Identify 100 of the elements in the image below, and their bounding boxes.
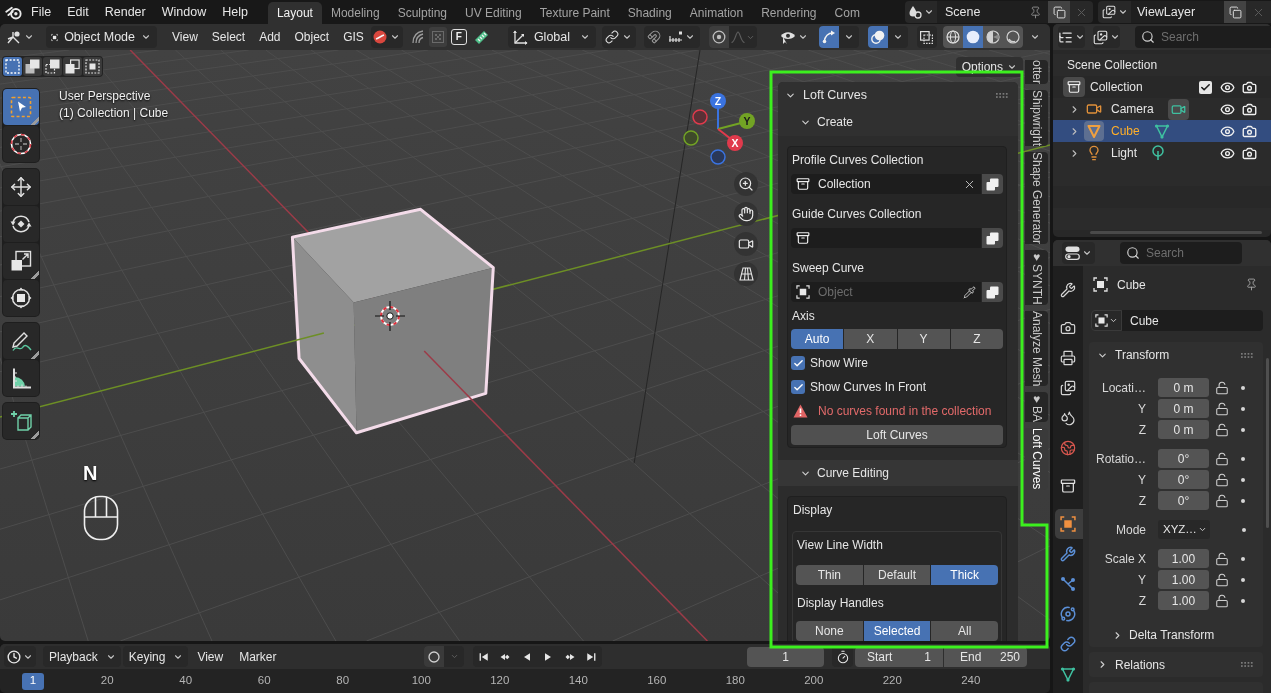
display-mode-dropdown[interactable] xyxy=(1058,26,1085,48)
checkbox[interactable] xyxy=(791,356,805,370)
camera-view-button[interactable] xyxy=(734,232,758,256)
object-type-dropdown[interactable] xyxy=(1091,310,1122,331)
vertical-scrollbar[interactable] xyxy=(1266,358,1269,528)
open-padlock-icon[interactable] xyxy=(1215,422,1229,437)
number-field[interactable]: 0 m xyxy=(1158,420,1209,439)
scene-name-field[interactable]: Scene xyxy=(937,1,1048,23)
sidebar-tab[interactable]: ♥SYNTH xyxy=(1025,250,1048,305)
tool-button[interactable] xyxy=(3,403,39,439)
tool-button[interactable] xyxy=(3,243,39,279)
proportional-toggle[interactable] xyxy=(708,26,729,48)
workspace-tab[interactable]: Animation xyxy=(680,2,753,24)
segment-option[interactable]: None xyxy=(796,621,863,641)
open-padlock-icon[interactable] xyxy=(1215,451,1229,466)
segment-option[interactable]: Z xyxy=(950,329,1003,349)
segment-option[interactable]: Selected xyxy=(863,621,931,641)
checker-toggle[interactable] xyxy=(428,27,447,47)
workspace-tab[interactable]: UV Editing xyxy=(456,2,531,24)
blender-logo-icon[interactable] xyxy=(5,4,22,20)
pivot-dropdown[interactable] xyxy=(601,26,636,48)
open-padlock-icon[interactable] xyxy=(1215,401,1229,416)
zoom-view-button[interactable] xyxy=(734,172,758,196)
subpanel-header[interactable]: Create xyxy=(778,108,1018,136)
tool-button[interactable] xyxy=(3,126,39,162)
duplicate-button[interactable] xyxy=(982,282,1003,302)
panel-header[interactable]: Relations xyxy=(1089,652,1263,677)
cube-model[interactable] xyxy=(290,207,495,435)
overlay-toggle[interactable] xyxy=(867,26,888,48)
copy-scene-button[interactable] xyxy=(1048,1,1070,23)
selection-mode-button[interactable] xyxy=(83,57,102,76)
addon-toggle-button[interactable]: F xyxy=(450,29,467,45)
mode-dropdown[interactable]: Object Mode xyxy=(46,26,157,48)
eye-icon[interactable] xyxy=(1220,145,1235,161)
number-field[interactable]: 0° xyxy=(1158,491,1209,510)
pan-view-button[interactable] xyxy=(734,202,758,226)
number-field[interactable]: 1.00 xyxy=(1158,549,1209,568)
editor-type-dropdown[interactable] xyxy=(4,646,36,667)
menu-item[interactable]: Object xyxy=(287,26,337,48)
number-field[interactable]: 0° xyxy=(1158,470,1209,489)
xray-toggle[interactable] xyxy=(916,26,937,48)
workspace-tab[interactable]: Sculpting xyxy=(388,2,456,24)
circle-stem-icon[interactable] xyxy=(1151,145,1166,161)
open-padlock-icon[interactable] xyxy=(1215,493,1229,508)
segment-option[interactable]: X xyxy=(844,329,897,349)
number-field[interactable]: 0° xyxy=(1158,449,1209,468)
panel-header[interactable]: Loft Curves xyxy=(778,82,1018,108)
checkbox[interactable] xyxy=(1199,80,1212,94)
duplicate-button[interactable] xyxy=(982,174,1003,194)
eye-icon[interactable] xyxy=(1220,101,1235,117)
sidebar-tab[interactable]: otter xyxy=(1025,60,1048,84)
gizmo-toggle[interactable] xyxy=(818,26,839,48)
perspective-toggle-button[interactable] xyxy=(734,262,758,286)
camera-icon[interactable] xyxy=(1242,123,1257,139)
open-padlock-icon[interactable] xyxy=(1215,380,1229,395)
camera-icon[interactable] xyxy=(1242,79,1257,95)
menu-item[interactable]: Select xyxy=(204,26,253,48)
menu-item[interactable]: GIS xyxy=(336,26,371,48)
eye-icon[interactable] xyxy=(1220,79,1235,95)
number-field[interactable]: 1.00 xyxy=(1158,591,1209,610)
segment-option[interactable]: Thick xyxy=(931,565,998,585)
outliner-row[interactable]: Cube xyxy=(1053,120,1271,142)
loft-button[interactable]: Loft Curves xyxy=(791,425,1003,445)
tool-button[interactable] xyxy=(3,206,39,242)
tool-button[interactable] xyxy=(3,360,39,396)
menu-item[interactable]: View xyxy=(190,646,231,667)
selection-mode-button[interactable] xyxy=(43,57,62,76)
menu-item[interactable]: Render xyxy=(96,1,154,23)
keyframe-dot-icon[interactable] xyxy=(1241,556,1245,561)
segment-option[interactable]: Default xyxy=(863,565,931,585)
playhead-frame[interactable]: 1 xyxy=(22,672,44,690)
keyframe-dot-icon[interactable] xyxy=(1241,427,1245,432)
eye-icon[interactable] xyxy=(1220,123,1235,139)
menu-item[interactable]: Add xyxy=(252,26,288,48)
sidebar-tab[interactable]: Analyze Mesh xyxy=(1025,310,1048,387)
number-field[interactable]: 0 m xyxy=(1158,378,1209,397)
menu-item[interactable]: Marker xyxy=(232,646,284,667)
record-toggle[interactable] xyxy=(424,646,444,667)
search-field[interactable]: Search xyxy=(1120,242,1242,264)
video-camera-icon[interactable] xyxy=(1167,98,1189,120)
copy-view-layer-button[interactable] xyxy=(1224,1,1246,23)
workspace-tab[interactable]: Com xyxy=(825,2,869,24)
pin-icon[interactable] xyxy=(1245,278,1258,291)
sidebar-tab[interactable]: Shape Generator xyxy=(1025,152,1048,245)
number-field[interactable]: 1.00 xyxy=(1158,570,1209,589)
subpanel-header[interactable]: Curve Editing xyxy=(778,460,1018,486)
filter-dropdown[interactable] xyxy=(1093,26,1120,48)
keyframe-dot-icon[interactable] xyxy=(1241,406,1245,411)
menu-dropdown[interactable]: Keying xyxy=(122,646,189,667)
object-field[interactable]: Object xyxy=(791,282,981,302)
checkbox[interactable] xyxy=(791,380,805,394)
number-field[interactable]: 0 m xyxy=(1158,399,1209,418)
shading-mode-button[interactable] xyxy=(962,26,983,48)
segment-option[interactable]: Thin xyxy=(796,565,863,585)
menu-item[interactable]: File xyxy=(23,1,60,23)
sidebar-tab[interactable]: Shipwright xyxy=(1025,90,1048,147)
selection-mode-button[interactable] xyxy=(63,57,82,76)
search-field[interactable]: Search xyxy=(1135,26,1271,48)
sidebar-tab[interactable]: ♥BA xyxy=(1025,392,1048,423)
open-padlock-icon[interactable] xyxy=(1215,572,1229,587)
